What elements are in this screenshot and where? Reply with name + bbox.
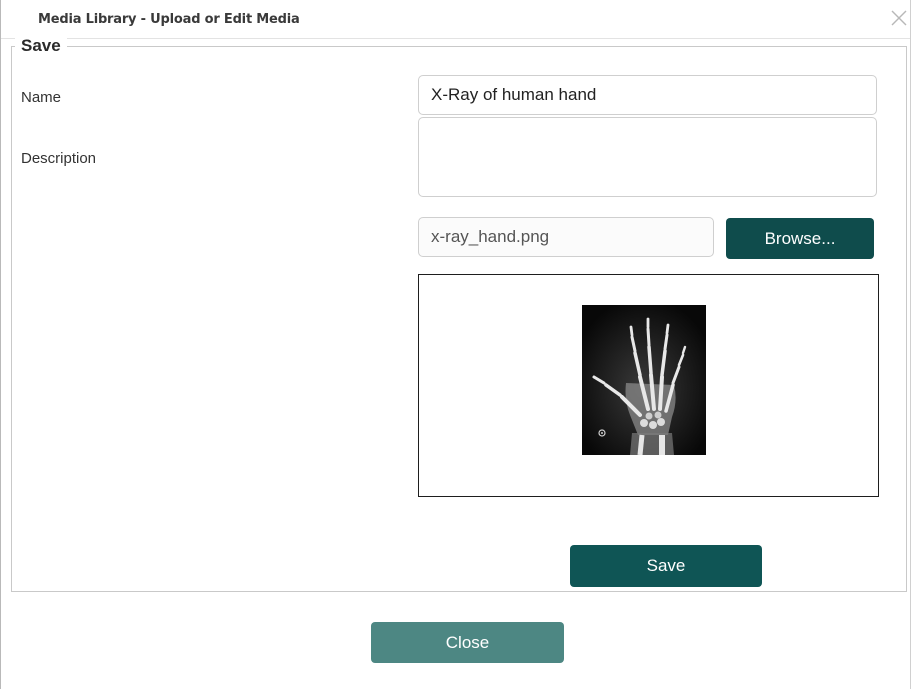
dialog-titlebar: Media Library - Upload or Edit Media [1,0,910,39]
fieldset-legend: Save [15,36,67,56]
dialog-title: Media Library - Upload or Edit Media [38,12,300,27]
save-button[interactable]: Save [570,545,762,587]
browse-button[interactable]: Browse... [726,218,874,259]
file-name-field: x-ray_hand.png [418,217,714,257]
image-preview [418,274,879,497]
description-label: Description [21,150,97,167]
close-x-icon[interactable] [888,6,908,28]
name-label: Name [21,89,62,106]
media-library-dialog: Media Library - Upload or Edit Media Sav… [0,0,911,689]
name-input[interactable]: X-Ray of human hand [418,75,877,115]
close-button[interactable]: Close [371,622,564,663]
description-textarea[interactable] [418,117,877,197]
x-ray-hand-image [582,305,706,456]
